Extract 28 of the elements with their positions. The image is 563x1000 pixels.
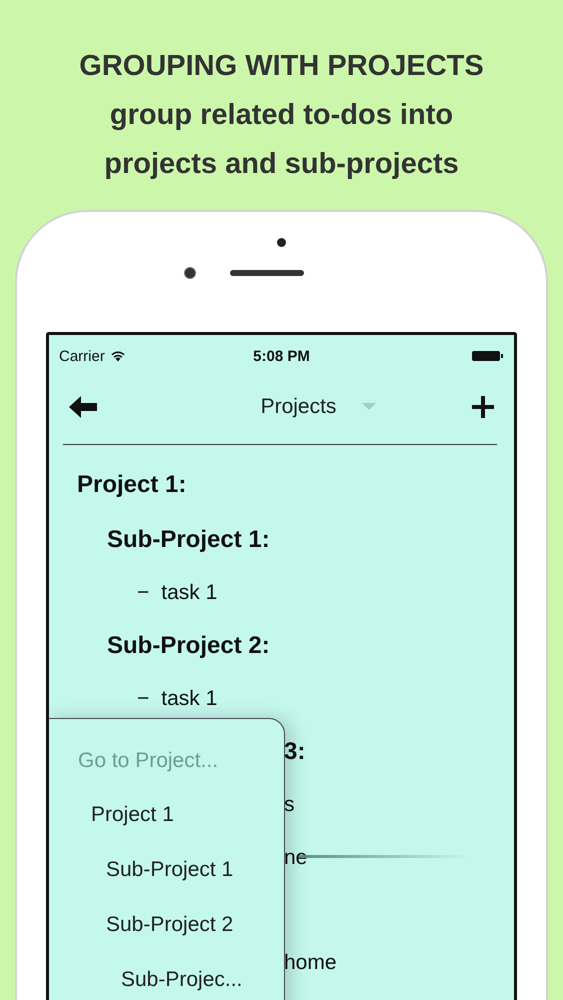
dash-bullet: −	[137, 580, 150, 604]
add-icon[interactable]	[472, 396, 494, 418]
outline-item[interactable]: home	[284, 950, 337, 974]
dash-bullet: −	[137, 686, 150, 710]
menu-item[interactable]: Sub-Project 1	[106, 858, 234, 882]
outline-item[interactable]: s	[284, 792, 294, 816]
menu-prompt: Go to Project...	[77, 749, 220, 774]
outline-item[interactable]: Sub-Project 2:	[107, 632, 270, 660]
headline-title: GROUPING WITH PROJECTS	[78, 49, 485, 84]
outline-item[interactable]: 3:	[284, 738, 306, 766]
nav-title[interactable]: Projects	[260, 395, 336, 419]
outline-item[interactable]: task 1	[161, 686, 218, 710]
camera-icon	[184, 267, 196, 279]
headline-subtitle: group related to-dos into projects and sub-projects	[103, 98, 460, 182]
status-time: 5:08 PM	[253, 348, 310, 364]
menu-item[interactable]: Project 1	[91, 803, 174, 827]
wifi-icon	[110, 350, 126, 362]
menu-item[interactable]: Sub-Projec...	[121, 968, 242, 992]
outline-item[interactable]: ne	[284, 846, 308, 870]
outline-item[interactable]: Project 1:	[77, 471, 186, 499]
battery-icon	[472, 350, 504, 362]
speaker-icon	[230, 270, 304, 276]
sensor-dot-icon	[277, 238, 286, 247]
back-arrow-icon[interactable]	[69, 396, 97, 418]
outline-item[interactable]: task 1	[161, 580, 218, 604]
outline-item[interactable]: Sub-Project 1:	[107, 526, 270, 554]
menu-item[interactable]: Sub-Project 2	[106, 913, 234, 937]
carrier-label: Carrier	[59, 348, 105, 364]
